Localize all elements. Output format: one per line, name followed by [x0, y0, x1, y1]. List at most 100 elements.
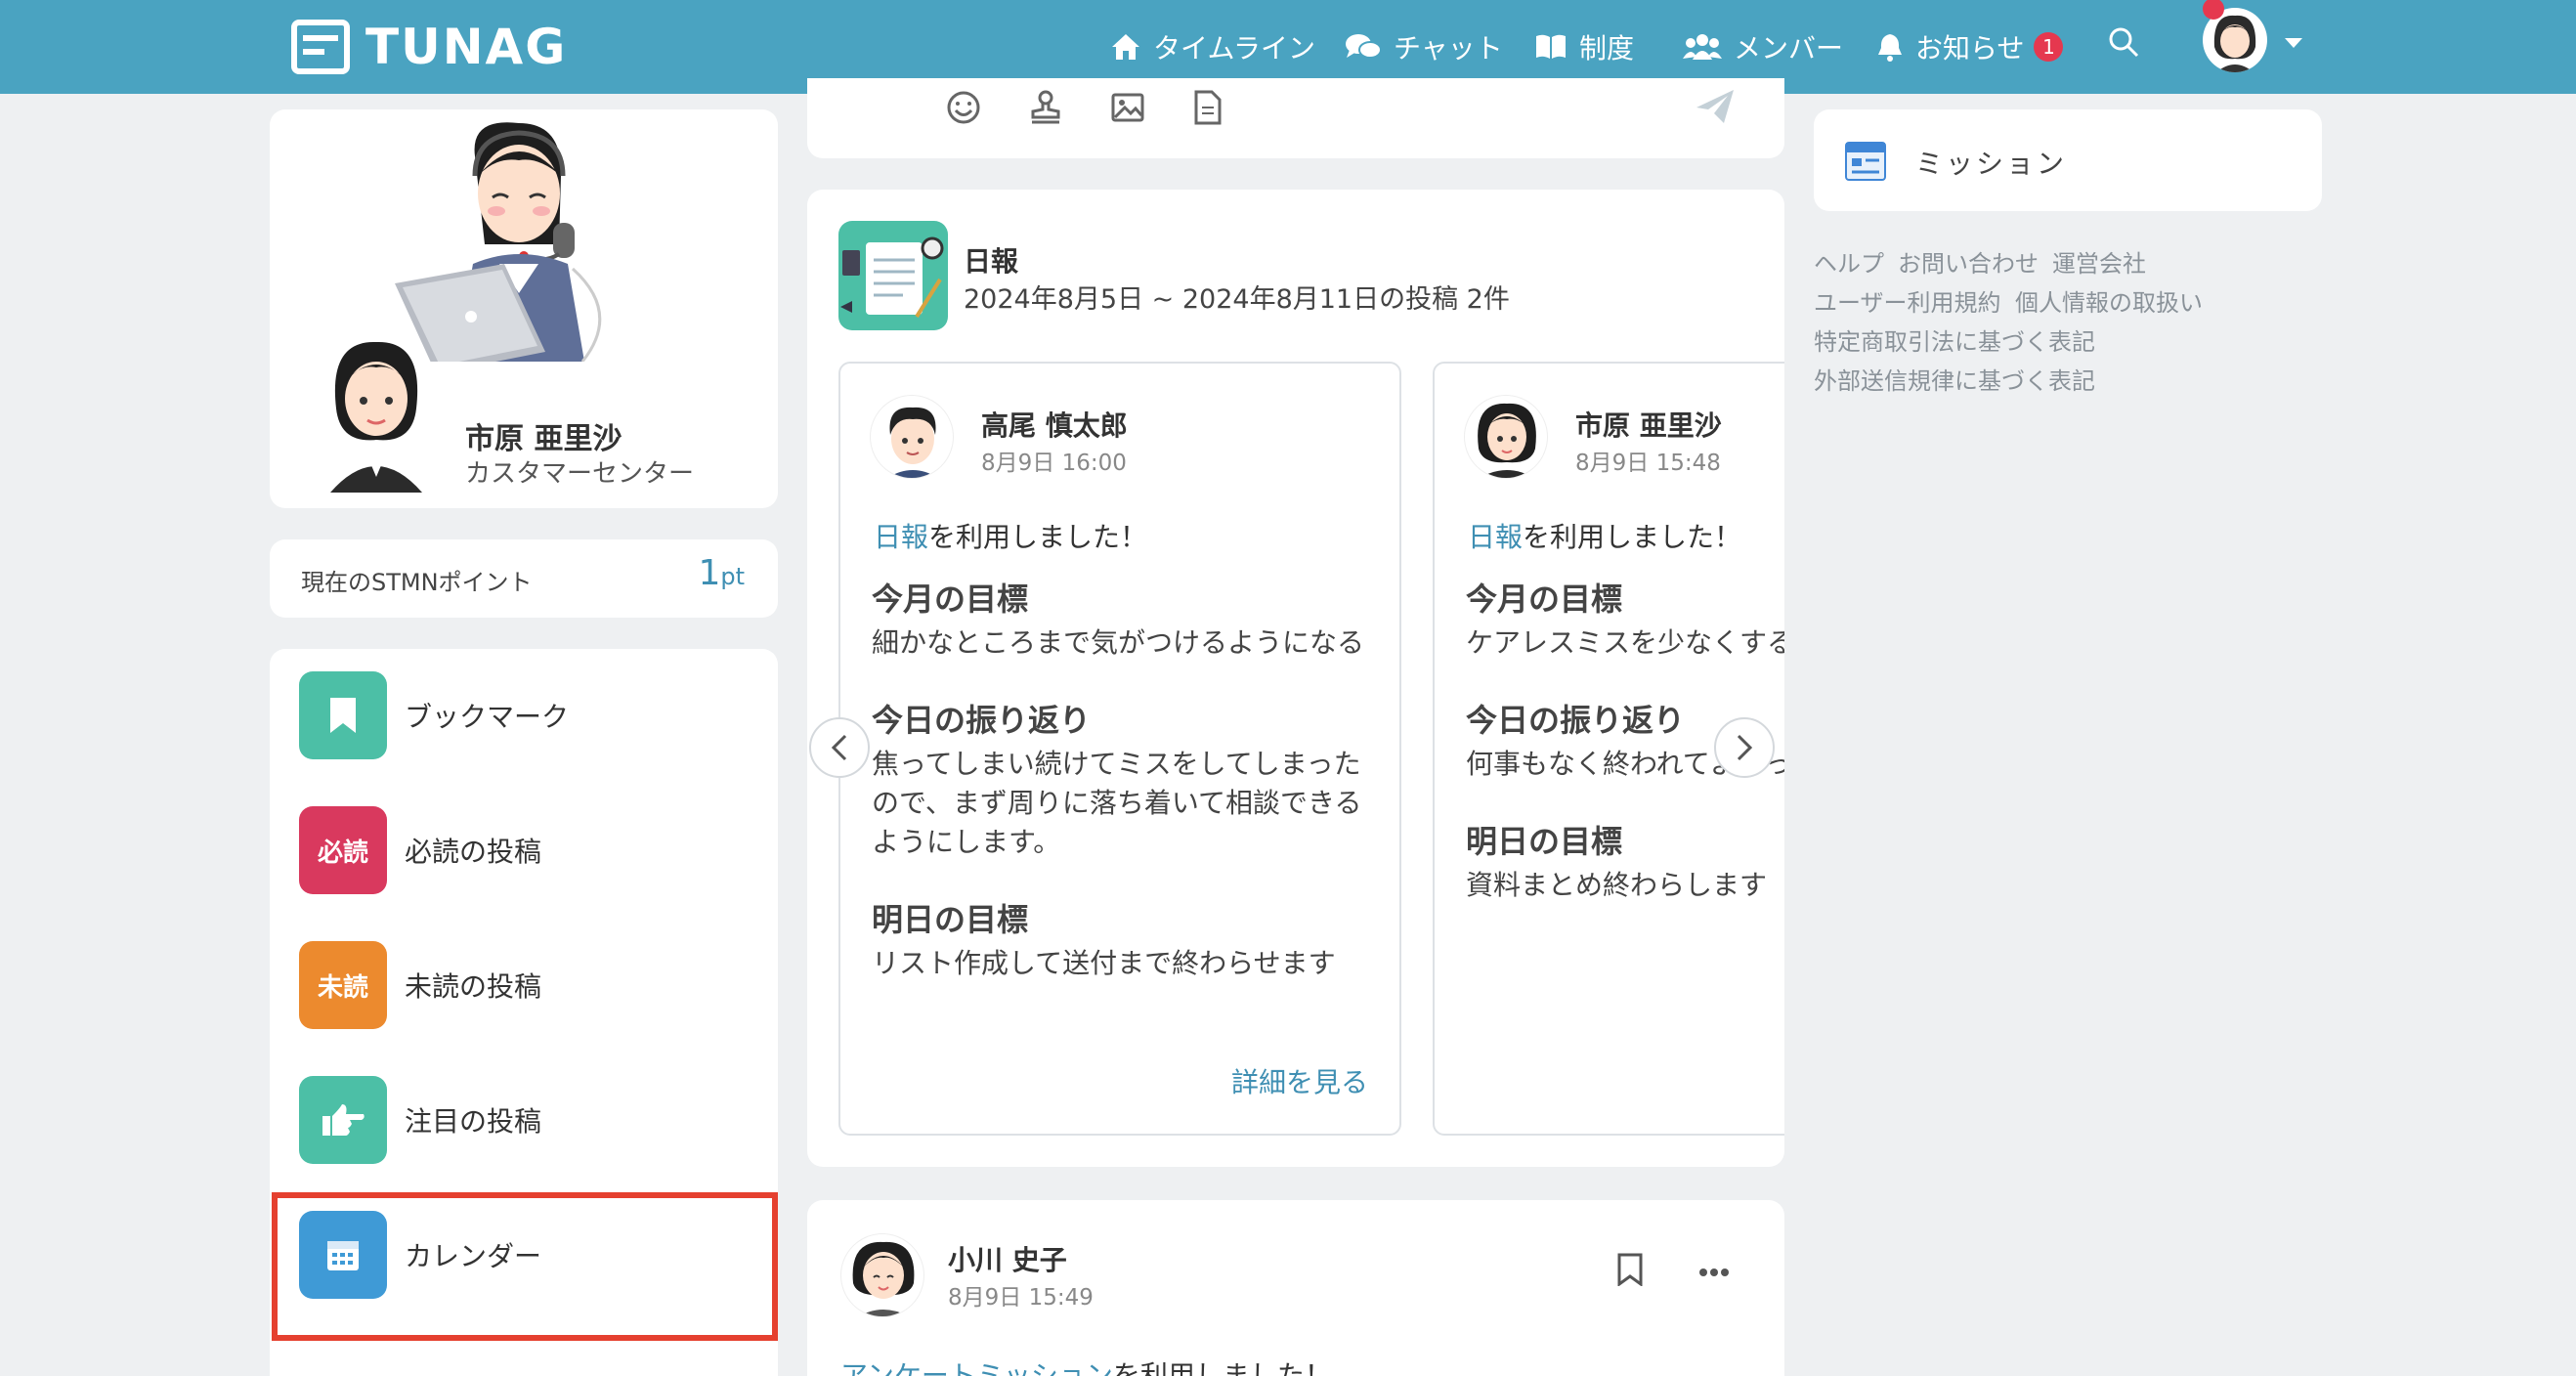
woman-avatar-icon [852, 1241, 915, 1316]
section-body: 細かなところまで気がつけるようになる [872, 626, 1365, 659]
nav-system[interactable]: 制度 [1534, 20, 1634, 74]
image-button[interactable] [1110, 90, 1145, 129]
section-heading: 今日の振り返り [872, 702, 1092, 739]
author-avatar[interactable] [1464, 395, 1548, 479]
logo-text: TUNAG [365, 19, 568, 75]
footer-link-external[interactable]: 外部送信規律に基づく表記 [1814, 362, 2095, 396]
profile-card[interactable]: 市原 亜里沙 カスタマーセンター [270, 109, 778, 508]
post-composer-toolbar [807, 78, 1784, 158]
profile-department: カスタマーセンター [465, 459, 695, 489]
menu-item-bookmark-label: ブックマーク [405, 701, 570, 733]
post-time: 8月9日 15:48 [1575, 451, 1721, 476]
author-name[interactable]: 市原 亜里沙 [1575, 405, 1722, 444]
nav-chat[interactable]: チャット [1345, 20, 1503, 74]
used-suffix: を利用しました！ [928, 521, 1148, 553]
stamp-button[interactable] [1028, 90, 1063, 129]
menu-item-must-read-label: 必読の投稿 [405, 836, 542, 868]
points-value: 1pt [698, 553, 745, 593]
view-details-link[interactable]: 詳細を見る [1231, 1061, 1368, 1100]
nav-system-label: 制度 [1579, 32, 1635, 64]
logo-mark-icon [291, 20, 350, 74]
book-icon [1536, 34, 1566, 59]
nav-members[interactable]: メンバー [1683, 20, 1843, 74]
send-button[interactable] [1695, 88, 1736, 129]
section-body: ケアレスミスを少なくする [1466, 626, 1784, 659]
stamp-icon [1031, 90, 1060, 124]
tunag-logo[interactable]: TUNAG [291, 12, 567, 82]
chevron-right-icon [1737, 734, 1753, 761]
bell-icon [1878, 34, 1902, 62]
points-card[interactable]: 現在のSTMNポイント 1pt [270, 539, 778, 618]
author-name[interactable]: 高尾 慎太郎 [981, 405, 1128, 444]
menu-item-must-read[interactable]: 必読 必読の投稿 [299, 805, 758, 895]
search-button[interactable] [2107, 25, 2140, 63]
bookmark-outline-icon [1617, 1253, 1643, 1287]
used-feature-text: 日報を利用しました！ [1468, 516, 1741, 555]
post-feature-link[interactable]: アンケートミッション [840, 1359, 1113, 1376]
home-icon [1112, 34, 1139, 60]
calendar-highlight-box [272, 1192, 778, 1341]
man-avatar-icon [887, 407, 938, 478]
notification-badge: 1 [2034, 32, 2064, 62]
post-time: 8月9日 16:00 [981, 451, 1127, 476]
caret-down-icon [2285, 38, 2302, 48]
section-body: ようにします。 [872, 826, 1061, 858]
nav-chat-label: チャット [1394, 32, 1503, 64]
chat-icon [1346, 34, 1382, 59]
post-author-name[interactable]: 小川 史子 [948, 1239, 1067, 1278]
nav-timeline[interactable]: タイムライン [1110, 20, 1315, 74]
points-label: 現在のSTMNポイント [301, 569, 533, 596]
account-menu-toggle[interactable] [2283, 35, 2304, 54]
post-bookmark-button[interactable] [1616, 1253, 1644, 1290]
mission-card[interactable]: ミッション [1814, 109, 2322, 211]
footer-link-company[interactable]: 運営会社 [2052, 244, 2146, 279]
author-avatar[interactable] [870, 395, 954, 479]
file-button[interactable] [1192, 90, 1224, 129]
emoji-button[interactable] [946, 90, 981, 129]
post-author-avatar[interactable] [840, 1233, 924, 1317]
report-entry-card[interactable]: 高尾 慎太郎 8月9日 16:00 日報を利用しました！ 今月の目標 細かなとこ… [838, 362, 1401, 1136]
woman-avatar-icon [1478, 403, 1536, 478]
section-heading: 今月の目標 [872, 580, 1029, 618]
feature-link[interactable]: 日報 [874, 521, 928, 553]
menu-item-bookmark[interactable]: ブックマーク [299, 670, 758, 760]
menu-item-unread[interactable]: 未読 未読の投稿 [299, 940, 758, 1030]
members-icon [1683, 34, 1722, 60]
post-more-button[interactable] [1698, 1263, 1730, 1281]
search-icon [2109, 27, 2139, 58]
mission-icon [1845, 142, 1886, 181]
profile-name[interactable]: 市原 亜里沙 [465, 414, 622, 457]
footer-link-help[interactable]: ヘルプ [1814, 244, 1884, 279]
emoji-icon [947, 91, 980, 124]
section-body: ので、まず周りに落ち着いて相談できる [872, 787, 1362, 819]
section-heading: 今日の振り返り [1466, 702, 1686, 739]
image-icon [1111, 93, 1144, 122]
menu-item-featured[interactable]: 注目の投稿 [299, 1075, 758, 1165]
footer-link-contact[interactable]: お問い合わせ [1898, 244, 2039, 279]
file-icon [1194, 90, 1222, 125]
post-used-suffix: を利用しました！ [1112, 1359, 1332, 1376]
report-title[interactable]: 日報 [964, 240, 1018, 280]
footer-link-commerce[interactable]: 特定商取引法に基づく表記 [1814, 322, 2095, 357]
section-heading: 明日の目標 [872, 901, 1029, 938]
unread-icon: 未読 [299, 941, 387, 1029]
footer-link-privacy[interactable]: 個人情報の取扱い [2015, 283, 2203, 318]
report-subtitle: 2024年8月5日 ~ 2024年8月11日の投稿 2件 [964, 284, 1510, 315]
carousel-next-button[interactable] [1714, 717, 1775, 778]
bookmark-icon [299, 671, 387, 759]
carousel-prev-button[interactable] [809, 717, 870, 778]
must-read-icon: 必読 [299, 806, 387, 894]
mission-label: ミッション [1915, 148, 2068, 180]
section-body: リスト作成して送付まで終わらせます [872, 947, 1336, 979]
menu-item-featured-label: 注目の投稿 [405, 1105, 542, 1138]
used-feature-text: 日報を利用しました！ [874, 516, 1147, 555]
feature-link[interactable]: 日報 [1468, 521, 1523, 553]
footer-link-terms[interactable]: ユーザー利用規約 [1814, 283, 2001, 318]
points-unit: pt [720, 563, 745, 590]
daily-report-card: 日報 2024年8月5日 ~ 2024年8月11日の投稿 2件 高尾 慎太郎 8… [807, 190, 1784, 1167]
send-icon [1696, 90, 1734, 123]
post-card: 小川 史子 8月9日 15:49 アンケートミッションを利用しました！ [807, 1200, 1784, 1376]
nav-notifications[interactable]: お知らせ 1 [1876, 20, 2064, 74]
section-heading: 今月の目標 [1466, 580, 1623, 618]
daily-report-icon [838, 221, 948, 330]
